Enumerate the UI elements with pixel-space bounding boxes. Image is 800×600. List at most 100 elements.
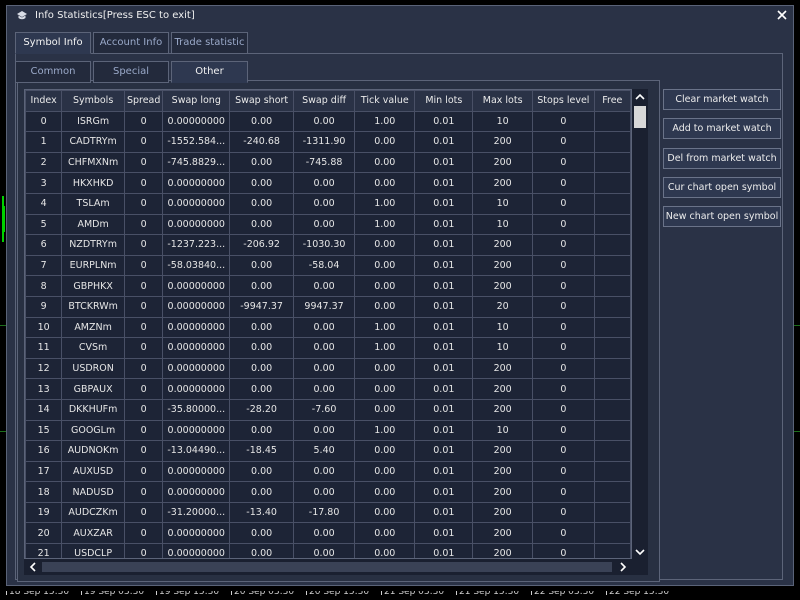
table-cell: 1.00	[354, 316, 416, 339]
horizontal-scroll-thumb[interactable]	[42, 562, 612, 572]
table-cell	[593, 254, 631, 277]
table-cell: 0.00000000	[162, 543, 231, 558]
table-cell: 0.01	[414, 110, 474, 133]
subtab-special[interactable]: Special	[93, 61, 169, 83]
table-cell: 0.00	[229, 151, 295, 174]
table-cell: 0.00	[229, 110, 295, 133]
tab-trade-statistic[interactable]: Trade statistic	[171, 32, 248, 54]
table-row[interactable]: 7 EURPLNm 0 -58.03840... 0.00 -58.04 0.00 0.01 2…	[25, 254, 631, 277]
column-header[interactable]: Symbols	[61, 90, 125, 112]
table-cell: 0.00	[229, 481, 295, 503]
time-axis-label: 19 Sep 03:30	[84, 591, 145, 597]
column-header[interactable]: Stops level	[532, 90, 595, 112]
table-row[interactable]: 1 CADTRYm 0 -1552.584... -240.68 -1311.90 0.00…	[25, 131, 631, 153]
table-row[interactable]: 0 ISRGm 0 0.00000000 0.00 0.00 1.00 0.01 10 0	[25, 110, 631, 133]
table-cell: 5	[25, 213, 63, 236]
table-cell: 0.00	[354, 543, 416, 558]
column-header[interactable]: Free	[593, 90, 631, 112]
table-cell: GBPAUX	[61, 378, 125, 400]
subtab-other[interactable]: Other	[171, 61, 248, 83]
table-row[interactable]: 18 NADUSD 0 0.00000000 0.00 0.00 0.00 0.01 200 0	[25, 481, 631, 503]
table-cell: 0.00	[354, 481, 416, 503]
vertical-scrollbar[interactable]	[632, 89, 648, 559]
table-cell: EURPLNm	[61, 254, 125, 277]
column-header[interactable]: Swap short	[229, 90, 295, 112]
table-row[interactable]: 5 AMDm 0 0.00000000 0.00 0.00 1.00 0.01 10 0	[25, 213, 631, 236]
table-row[interactable]: 13 GBPAUX 0 0.00000000 0.00 0.00 0.00 0.01 200 0	[25, 378, 631, 400]
vertical-scroll-thumb[interactable]	[634, 106, 646, 128]
table-row[interactable]: 16 AUDNOKm 0 -13.04490... -18.45 5.40 0.00 0.01…	[25, 440, 631, 462]
table-cell: 0.00	[229, 460, 295, 483]
table-cell: 0	[532, 275, 595, 297]
table-cell: 0	[532, 192, 595, 215]
subtab-common[interactable]: Common	[15, 61, 91, 83]
table-row[interactable]: 10 AMZNm 0 0.00000000 0.00 0.00 1.00 0.01 10 0	[25, 316, 631, 339]
table-cell: 21	[25, 543, 63, 558]
table-cell: BTCKRWm	[61, 295, 125, 318]
table-cell: 0.00000000	[162, 522, 231, 545]
column-header[interactable]: Max lots	[472, 90, 534, 112]
table-row[interactable]: 9 BTCKRWm 0 0.00000000 -9947.37 9947.37 0.00 0.…	[25, 295, 631, 318]
table-row[interactable]: 2 CHFMXNm 0 -745.8829... 0.00 -745.88 0.00 0.01…	[25, 151, 631, 174]
table-row[interactable]: 15 GOOGLm 0 0.00000000 0.00 0.00 1.00 0.01 10 0	[25, 419, 631, 442]
table-cell: 5.40	[293, 440, 356, 462]
table-row[interactable]: 21 USDCLP 0 0.00000000 0.00 0.00 0.00 0.01 200 0	[25, 543, 631, 558]
column-header[interactable]: Swap long	[162, 90, 231, 112]
table-cell: 0.00000000	[162, 213, 231, 236]
table-row[interactable]: 20 AUXZAR 0 0.00000000 0.00 0.00 0.00 0.01 200 0	[25, 522, 631, 545]
table-row[interactable]: 3 HKXHKD 0 0.00000000 0.00 0.00 0.00 0.01 200 0	[25, 172, 631, 194]
table-cell: 9947.37	[293, 295, 356, 318]
table-cell: 0.00	[354, 172, 416, 194]
table-cell: 0.01	[414, 460, 474, 483]
table-cell: 200	[472, 522, 534, 545]
table-cell: 0	[123, 213, 164, 236]
column-header[interactable]: Swap diff	[293, 90, 356, 112]
table-cell: 0.00	[354, 378, 416, 400]
table-cell: 4	[25, 192, 63, 215]
column-header[interactable]: Index	[25, 90, 63, 112]
table-cell: 0.00	[229, 543, 295, 558]
table-cell: 0.00	[293, 460, 356, 483]
table-row[interactable]: 11 CVSm 0 0.00000000 0.00 0.00 1.00 0.01 10 0	[25, 337, 631, 359]
table-cell: -1030.30	[293, 234, 356, 256]
table-cell: 0	[532, 151, 595, 174]
table-cell: -18.45	[229, 440, 295, 462]
table-cell: 0.00000000	[162, 275, 231, 297]
scroll-down-icon[interactable]	[633, 545, 647, 559]
scroll-left-icon[interactable]	[26, 560, 40, 574]
table-cell: 0.01	[414, 275, 474, 297]
table-cell: 0.01	[414, 501, 474, 524]
table-row[interactable]: 17 AUXUSD 0 0.00000000 0.00 0.00 0.00 0.01 200 0	[25, 460, 631, 483]
title-bar[interactable]: Info Statistics[Press ESC to exit]	[7, 6, 793, 26]
table-row[interactable]: 4 TSLAm 0 0.00000000 0.00 0.00 1.00 0.01 10 0	[25, 192, 631, 215]
add-to-market-watch-button[interactable]: Add to market watch	[663, 118, 781, 139]
table-row[interactable]: 19 AUDCZKm 0 -31.20000... -13.40 -17.80 0.00 0.…	[25, 501, 631, 524]
table-cell: -17.80	[293, 501, 356, 524]
table-row[interactable]: 8 GBPHKX 0 0.00000000 0.00 0.00 0.00 0.01 200 0	[25, 275, 631, 297]
cur-chart-open-symbol-button[interactable]: Cur chart open symbol	[663, 177, 781, 198]
tab-account-info[interactable]: Account Info	[93, 32, 169, 54]
column-header[interactable]: Tick value	[354, 90, 416, 112]
del-from-market-watch-button[interactable]: Del from market watch	[663, 148, 781, 169]
clear-market-watch-button[interactable]: Clear market watch	[663, 89, 781, 110]
new-chart-open-symbol-button[interactable]: New chart open symbol	[663, 206, 781, 227]
table-cell: 0	[123, 398, 164, 421]
scroll-up-icon[interactable]	[633, 90, 647, 104]
table-cell: 200	[472, 481, 534, 503]
table-cell: 0	[532, 398, 595, 421]
table-cell: 0	[123, 131, 164, 153]
table-row[interactable]: 12 USDRON 0 0.00000000 0.00 0.00 0.00 0.01 200 0	[25, 357, 631, 380]
column-header[interactable]: Min lots	[414, 90, 474, 112]
scroll-right-icon[interactable]	[616, 560, 630, 574]
table-cell: 200	[472, 151, 534, 174]
table-cell: 0.00	[293, 357, 356, 380]
table-row[interactable]: 6 NZDTRYm 0 -1237.223... -206.92 -1030.30 0.00…	[25, 234, 631, 256]
tab-symbol-info[interactable]: Symbol Info	[15, 32, 91, 54]
column-header[interactable]: Spread	[123, 90, 164, 112]
table-cell: HKXHKD	[61, 172, 125, 194]
table-cell	[593, 501, 631, 524]
close-icon[interactable]	[775, 8, 789, 22]
table-cell: -28.20	[229, 398, 295, 421]
horizontal-scrollbar[interactable]	[24, 559, 632, 575]
table-row[interactable]: 14 DKKHUFm 0 -35.80000... -28.20 -7.60 0.00 0.0…	[25, 398, 631, 421]
